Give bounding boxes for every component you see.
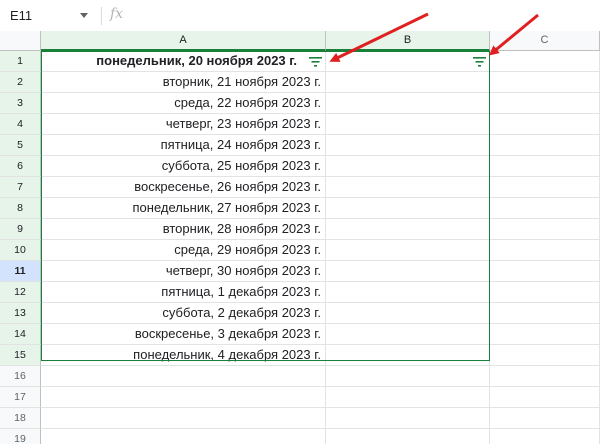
cell-c1[interactable]: [490, 51, 600, 72]
cell-a5[interactable]: пятница, 24 ноября 2023 г.: [41, 135, 326, 156]
cell-c15[interactable]: [490, 345, 600, 366]
filter-button-b[interactable]: [470, 54, 488, 70]
cell-b18[interactable]: [326, 408, 490, 429]
cell-a3[interactable]: среда, 22 ноября 2023 г.: [41, 93, 326, 114]
cell-a8[interactable]: понедельник, 27 ноября 2023 г.: [41, 198, 326, 219]
row-header-8[interactable]: 8: [0, 198, 41, 219]
cell-b1[interactable]: [326, 51, 490, 72]
row-header-19[interactable]: 19: [0, 429, 41, 444]
cell-c6[interactable]: [490, 156, 600, 177]
cell-b2[interactable]: [326, 72, 490, 93]
cell-a15[interactable]: понедельник, 4 декабря 2023 г.: [41, 345, 326, 366]
cell-b17[interactable]: [326, 387, 490, 408]
cell-b13[interactable]: [326, 303, 490, 324]
name-box[interactable]: E11: [0, 0, 100, 31]
row-header-9[interactable]: 9: [0, 219, 41, 240]
cell-a19[interactable]: [41, 429, 326, 444]
name-box-value[interactable]: E11: [10, 8, 32, 23]
formula-bar-divider: [101, 7, 102, 25]
cell-b12[interactable]: [326, 282, 490, 303]
row-header-6[interactable]: 6: [0, 156, 41, 177]
cell-a2[interactable]: вторник, 21 ноября 2023 г.: [41, 72, 326, 93]
row-header-10[interactable]: 10: [0, 240, 41, 261]
fx-icon: fx: [110, 6, 124, 22]
cell-c8[interactable]: [490, 198, 600, 219]
row-header-7[interactable]: 7: [0, 177, 41, 198]
row-header-13[interactable]: 13: [0, 303, 41, 324]
cell-a4[interactable]: четверг, 23 ноября 2023 г.: [41, 114, 326, 135]
cell-b16[interactable]: [326, 366, 490, 387]
row-header-5[interactable]: 5: [0, 135, 41, 156]
filter-button-a[interactable]: [306, 54, 324, 70]
cell-c19[interactable]: [490, 429, 600, 444]
cell-b3[interactable]: [326, 93, 490, 114]
cell-c9[interactable]: [490, 219, 600, 240]
cell-c17[interactable]: [490, 387, 600, 408]
cell-c5[interactable]: [490, 135, 600, 156]
row-header-1[interactable]: 1: [0, 51, 41, 72]
row-header-4[interactable]: 4: [0, 114, 41, 135]
cell-b7[interactable]: [326, 177, 490, 198]
sheet-grid[interactable]: A B C 1 понедельник, 20 ноября 2023 г. 2 вт…: [0, 31, 600, 444]
formula-bar: E11 fx: [0, 0, 600, 32]
spreadsheet-app: E11 fx A B C 1 понедельник, 20 ноября 202…: [0, 0, 600, 444]
chevron-down-icon[interactable]: [80, 13, 88, 18]
row-header-16[interactable]: 16: [0, 366, 41, 387]
cell-c3[interactable]: [490, 93, 600, 114]
row-header-17[interactable]: 17: [0, 387, 41, 408]
cell-c11[interactable]: [490, 261, 600, 282]
cell-a18[interactable]: [41, 408, 326, 429]
cell-b8[interactable]: [326, 198, 490, 219]
cell-c7[interactable]: [490, 177, 600, 198]
cell-a12[interactable]: пятница, 1 декабря 2023 г.: [41, 282, 326, 303]
row-header-14[interactable]: 14: [0, 324, 41, 345]
cell-a17[interactable]: [41, 387, 326, 408]
row-header-2[interactable]: 2: [0, 72, 41, 93]
column-header-a[interactable]: A: [41, 31, 326, 51]
column-header-b[interactable]: B: [326, 31, 490, 51]
filter-icon: [308, 57, 322, 67]
cell-a13[interactable]: суббота, 2 декабря 2023 г.: [41, 303, 326, 324]
row-header-12[interactable]: 12: [0, 282, 41, 303]
cell-b4[interactable]: [326, 114, 490, 135]
row-header-11[interactable]: 11: [0, 261, 41, 282]
cell-a14[interactable]: воскресенье, 3 декабря 2023 г.: [41, 324, 326, 345]
cell-b19[interactable]: [326, 429, 490, 444]
select-all-corner[interactable]: [0, 31, 41, 51]
cell-c4[interactable]: [490, 114, 600, 135]
cell-a10[interactable]: среда, 29 ноября 2023 г.: [41, 240, 326, 261]
cell-a11[interactable]: четверг, 30 ноября 2023 г.: [41, 261, 326, 282]
cell-c18[interactable]: [490, 408, 600, 429]
cell-a16[interactable]: [41, 366, 326, 387]
row-header-18[interactable]: 18: [0, 408, 41, 429]
cell-b11[interactable]: [326, 261, 490, 282]
cell-c2[interactable]: [490, 72, 600, 93]
cell-b6[interactable]: [326, 156, 490, 177]
cell-b15[interactable]: [326, 345, 490, 366]
row-header-15[interactable]: 15: [0, 345, 41, 366]
cell-b10[interactable]: [326, 240, 490, 261]
cell-b14[interactable]: [326, 324, 490, 345]
column-header-c[interactable]: C: [490, 31, 600, 51]
cell-a6[interactable]: суббота, 25 ноября 2023 г.: [41, 156, 326, 177]
row-header-3[interactable]: 3: [0, 93, 41, 114]
cell-b9[interactable]: [326, 219, 490, 240]
cell-a7[interactable]: воскресенье, 26 ноября 2023 г.: [41, 177, 326, 198]
cell-c10[interactable]: [490, 240, 600, 261]
cell-a1[interactable]: понедельник, 20 ноября 2023 г.: [41, 51, 326, 72]
cell-a9[interactable]: вторник, 28 ноября 2023 г.: [41, 219, 326, 240]
cell-c12[interactable]: [490, 282, 600, 303]
cell-c13[interactable]: [490, 303, 600, 324]
filter-icon: [472, 57, 486, 67]
cell-c14[interactable]: [490, 324, 600, 345]
cell-c16[interactable]: [490, 366, 600, 387]
cell-b5[interactable]: [326, 135, 490, 156]
